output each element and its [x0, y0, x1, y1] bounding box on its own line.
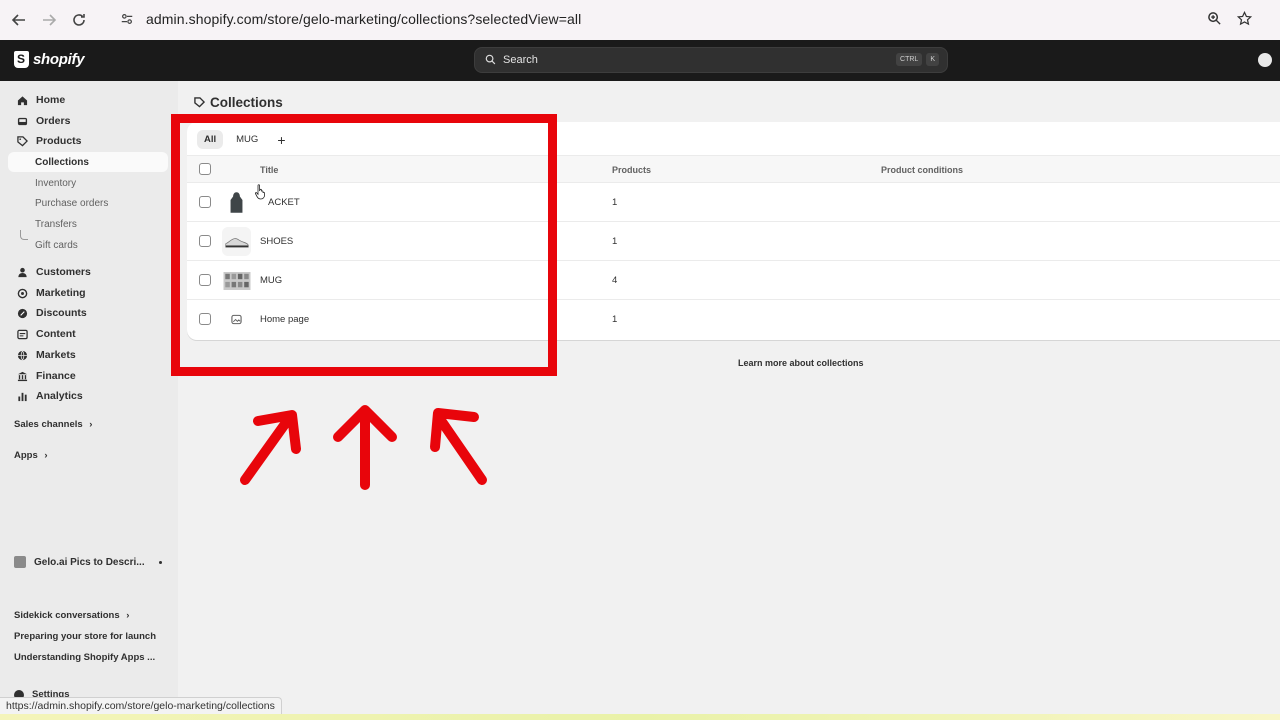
- user-avatar-icon[interactable]: [1258, 53, 1272, 67]
- annotation-arrows: [240, 405, 487, 490]
- sidebar-item-label: Content: [36, 328, 76, 340]
- search-placeholder: Search: [503, 54, 538, 66]
- person-icon: [16, 266, 28, 278]
- column-header-products[interactable]: Products: [612, 165, 651, 175]
- shortcut-ctrl: CTRL: [896, 53, 923, 66]
- sidebar-item-finance[interactable]: Finance: [8, 366, 168, 386]
- shortcut-key: K: [926, 53, 939, 66]
- sales-channels-label: Sales channels: [14, 419, 83, 430]
- arrow-up-icon: [333, 405, 397, 490]
- apps-label: Apps: [14, 450, 38, 461]
- product-count: 1: [612, 314, 618, 325]
- globe-icon: [16, 349, 28, 361]
- app-item-label: Gelo.ai Pics to Descri...: [34, 556, 145, 568]
- address-bar[interactable]: admin.shopify.com/store/gelo-marketing/c…: [110, 5, 1265, 33]
- chevron-right-icon: ›: [126, 610, 130, 621]
- sales-channels-link[interactable]: Sales channels ›: [14, 419, 92, 430]
- site-settings-icon[interactable]: [118, 10, 136, 28]
- help-link-launch[interactable]: Preparing your store for launch: [14, 631, 156, 642]
- highlight-annotation-box: [171, 114, 557, 376]
- sidebar-item-label: Orders: [36, 115, 71, 127]
- tag-icon: [16, 135, 28, 147]
- sidebar-item-analytics[interactable]: Analytics: [8, 386, 168, 406]
- chart-icon: [16, 390, 28, 402]
- sidekick-label: Sidekick conversations: [14, 610, 120, 621]
- url-text: admin.shopify.com/store/gelo-marketing/c…: [146, 11, 582, 27]
- sidekick-conversations-link[interactable]: Sidekick conversations ›: [14, 610, 129, 621]
- sidebar-item-label: Products: [36, 135, 82, 147]
- browser-toolbar: admin.shopify.com/store/gelo-marketing/c…: [0, 0, 1280, 40]
- admin-topbar: shopify Search CTRL K: [0, 40, 1280, 81]
- shopify-bag-icon: [14, 51, 29, 68]
- page-title-text: Collections: [210, 95, 283, 110]
- sidebar-item-markets[interactable]: Markets: [8, 345, 168, 365]
- tag-icon: [194, 96, 206, 109]
- apps-link[interactable]: Apps ›: [14, 450, 48, 461]
- sidebar-item-orders[interactable]: Orders: [8, 111, 168, 131]
- sidebar-item-label: Markets: [36, 349, 76, 361]
- sidebar-item-customers[interactable]: Customers: [8, 262, 168, 282]
- sidebar-item-label: Discounts: [36, 307, 87, 319]
- shopify-logo[interactable]: shopify: [14, 51, 85, 68]
- bookmark-star-icon[interactable]: [1235, 9, 1253, 27]
- reload-icon[interactable]: [68, 9, 90, 31]
- discount-icon: [16, 307, 28, 319]
- search-input[interactable]: Search CTRL K: [474, 47, 948, 73]
- zoom-icon[interactable]: [1205, 9, 1223, 27]
- bank-icon: [16, 370, 28, 382]
- sidebar-item-label: Home: [36, 94, 66, 106]
- learn-more-link[interactable]: Learn more about collections: [738, 358, 864, 368]
- column-header-conditions[interactable]: Product conditions: [881, 165, 963, 175]
- sidebar-item-purchase-orders[interactable]: Purchase orders: [8, 193, 168, 213]
- arrow-up-left-icon: [430, 408, 487, 485]
- product-count: 1: [612, 236, 618, 247]
- status-bar-url: https://admin.shopify.com/store/gelo-mar…: [0, 697, 282, 715]
- sidebar-item-label: Customers: [36, 266, 91, 278]
- page-title: Collections: [194, 95, 283, 110]
- inbox-icon: [16, 115, 28, 127]
- forward-arrow-icon[interactable]: [38, 9, 60, 31]
- product-count: 1: [612, 197, 618, 208]
- sidebar-item-inventory[interactable]: Inventory: [8, 173, 168, 193]
- app-status-dot: [158, 560, 162, 564]
- sidebar-item-discounts[interactable]: Discounts: [8, 303, 168, 323]
- sidebar-item-marketing[interactable]: Marketing: [8, 283, 168, 303]
- search-icon: [485, 54, 497, 66]
- bottom-strip: [0, 714, 1280, 720]
- sidebar-item-transfers[interactable]: Transfers: [8, 214, 168, 234]
- sidebar-item-gift-cards[interactable]: Gift cards: [8, 235, 168, 255]
- hand-cursor-icon: [255, 184, 265, 200]
- sidebar-app-gelo[interactable]: Gelo.ai Pics to Descri...: [14, 556, 162, 568]
- chevron-right-icon: ›: [89, 419, 93, 430]
- back-arrow-icon[interactable]: [8, 9, 30, 31]
- sidebar-item-products[interactable]: Products: [8, 131, 168, 151]
- sidebar-item-collections[interactable]: Collections: [8, 152, 168, 172]
- product-count: 4: [612, 275, 618, 286]
- home-icon: [16, 94, 28, 106]
- sidebar: Home Orders Products Collections Invento…: [0, 81, 178, 720]
- chevron-right-icon: ›: [44, 450, 48, 461]
- sidebar-item-content[interactable]: Content: [8, 324, 168, 344]
- sidebar-item-label: Finance: [36, 370, 76, 382]
- target-icon: [16, 287, 28, 299]
- help-link-apps[interactable]: Understanding Shopify Apps ...: [14, 652, 155, 663]
- sidebar-item-home[interactable]: Home: [8, 90, 168, 110]
- brand-name: shopify: [33, 51, 85, 68]
- sidebar-item-label: Marketing: [36, 287, 86, 299]
- sidebar-item-label: Analytics: [36, 390, 83, 402]
- app-thumbnail-icon: [14, 556, 26, 568]
- content-icon: [16, 328, 28, 340]
- arrow-up-right-icon: [240, 410, 301, 485]
